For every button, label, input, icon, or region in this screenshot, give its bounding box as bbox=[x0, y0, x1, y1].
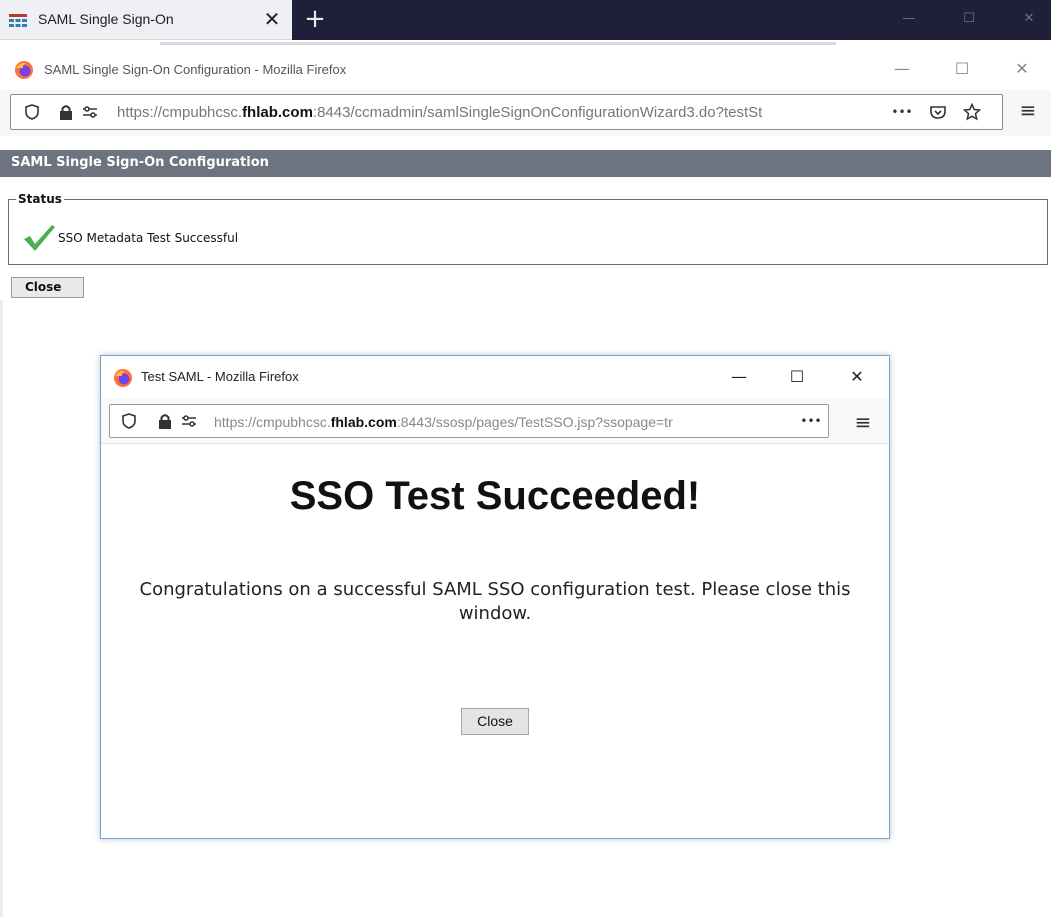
window-titlebar: SAML Single Sign-On Configuration - Mozi… bbox=[0, 48, 1051, 90]
url-text[interactable]: https://cmpubhcsc.fhlab.com:8443/ccmadmi… bbox=[117, 104, 762, 121]
success-message: Congratulations on a successful SAML SSO… bbox=[139, 579, 851, 624]
window-title: SAML Single Sign-On Configuration - Mozi… bbox=[44, 62, 347, 77]
tab-title: SAML Single Sign-On bbox=[38, 11, 174, 27]
tab-strip: SAML Single Sign-On ✕ + — ☐ ✕ bbox=[0, 0, 1051, 40]
tab-close-icon[interactable]: ✕ bbox=[262, 7, 282, 31]
screen: SAML Single Sign-On ✕ + — ☐ ✕ SAML Singl… bbox=[0, 0, 1051, 917]
more-actions-icon[interactable]: ••• bbox=[798, 412, 824, 430]
status-message: SSO Metadata Test Successful bbox=[58, 231, 239, 245]
status-legend: Status bbox=[16, 192, 64, 206]
window-edge bbox=[0, 300, 3, 917]
firefox-icon bbox=[114, 369, 132, 387]
page-title: SAML Single Sign-On Configuration bbox=[11, 155, 269, 170]
permissions-icon[interactable] bbox=[81, 103, 99, 121]
app-header: SAML Single Sign-On Configuration bbox=[0, 150, 1051, 177]
close-button[interactable]: Close bbox=[11, 277, 84, 298]
strip-close-icon[interactable]: ✕ bbox=[1018, 9, 1040, 29]
tab-divider bbox=[160, 42, 836, 45]
minimize-icon[interactable]: — bbox=[890, 57, 914, 81]
maximize-icon[interactable]: ☐ bbox=[950, 57, 974, 81]
lock-icon[interactable] bbox=[156, 412, 174, 430]
more-actions-icon[interactable]: ••• bbox=[889, 103, 915, 121]
popup-minimize-icon[interactable]: — bbox=[727, 365, 751, 389]
firefox-icon bbox=[15, 61, 33, 79]
popup-titlebar: Test SAML - Mozilla Firefox — ☐ ✕ bbox=[101, 356, 889, 398]
nav-toolbar: https://cmpubhcsc.fhlab.com:8443/ccmadmi… bbox=[0, 90, 1051, 136]
menu-icon[interactable]: ≡ bbox=[1016, 98, 1040, 122]
popup-maximize-icon[interactable]: ☐ bbox=[785, 365, 809, 389]
popup-title: Test SAML - Mozilla Firefox bbox=[141, 369, 299, 384]
strip-maximize-icon[interactable]: ☐ bbox=[958, 9, 980, 29]
popup-url-text[interactable]: https://cmpubhcsc.fhlab.com:8443/ssosp/p… bbox=[214, 414, 673, 430]
strip-minimize-icon[interactable]: — bbox=[898, 9, 920, 29]
test-saml-popup: Test SAML - Mozilla Firefox — ☐ ✕ https:… bbox=[100, 355, 890, 839]
popup-nav-toolbar: https://cmpubhcsc.fhlab.com:8443/ssosp/p… bbox=[101, 398, 889, 444]
browser-tab[interactable]: SAML Single Sign-On ✕ bbox=[0, 0, 292, 40]
checkmark-icon bbox=[24, 225, 55, 251]
pocket-icon[interactable] bbox=[929, 103, 947, 121]
popup-close-icon[interactable]: ✕ bbox=[845, 365, 869, 389]
popup-menu-icon[interactable]: ≡ bbox=[851, 410, 875, 434]
grid-app-icon bbox=[9, 14, 27, 27]
popup-close-button[interactable]: Close bbox=[461, 708, 529, 735]
close-icon[interactable]: ✕ bbox=[1010, 57, 1034, 81]
address-bar[interactable]: https://cmpubhcsc.fhlab.com:8443/ccmadmi… bbox=[10, 94, 1003, 130]
success-heading: SSO Test Succeeded! bbox=[289, 474, 701, 518]
popup-address-bar[interactable]: https://cmpubhcsc.fhlab.com:8443/ssosp/p… bbox=[109, 404, 829, 438]
new-tab-icon[interactable]: + bbox=[302, 4, 328, 34]
lock-icon[interactable] bbox=[57, 103, 75, 121]
bookmark-star-icon[interactable] bbox=[963, 103, 981, 121]
shield-icon[interactable] bbox=[23, 103, 41, 121]
shield-icon[interactable] bbox=[120, 412, 138, 430]
permissions-icon[interactable] bbox=[180, 412, 198, 430]
